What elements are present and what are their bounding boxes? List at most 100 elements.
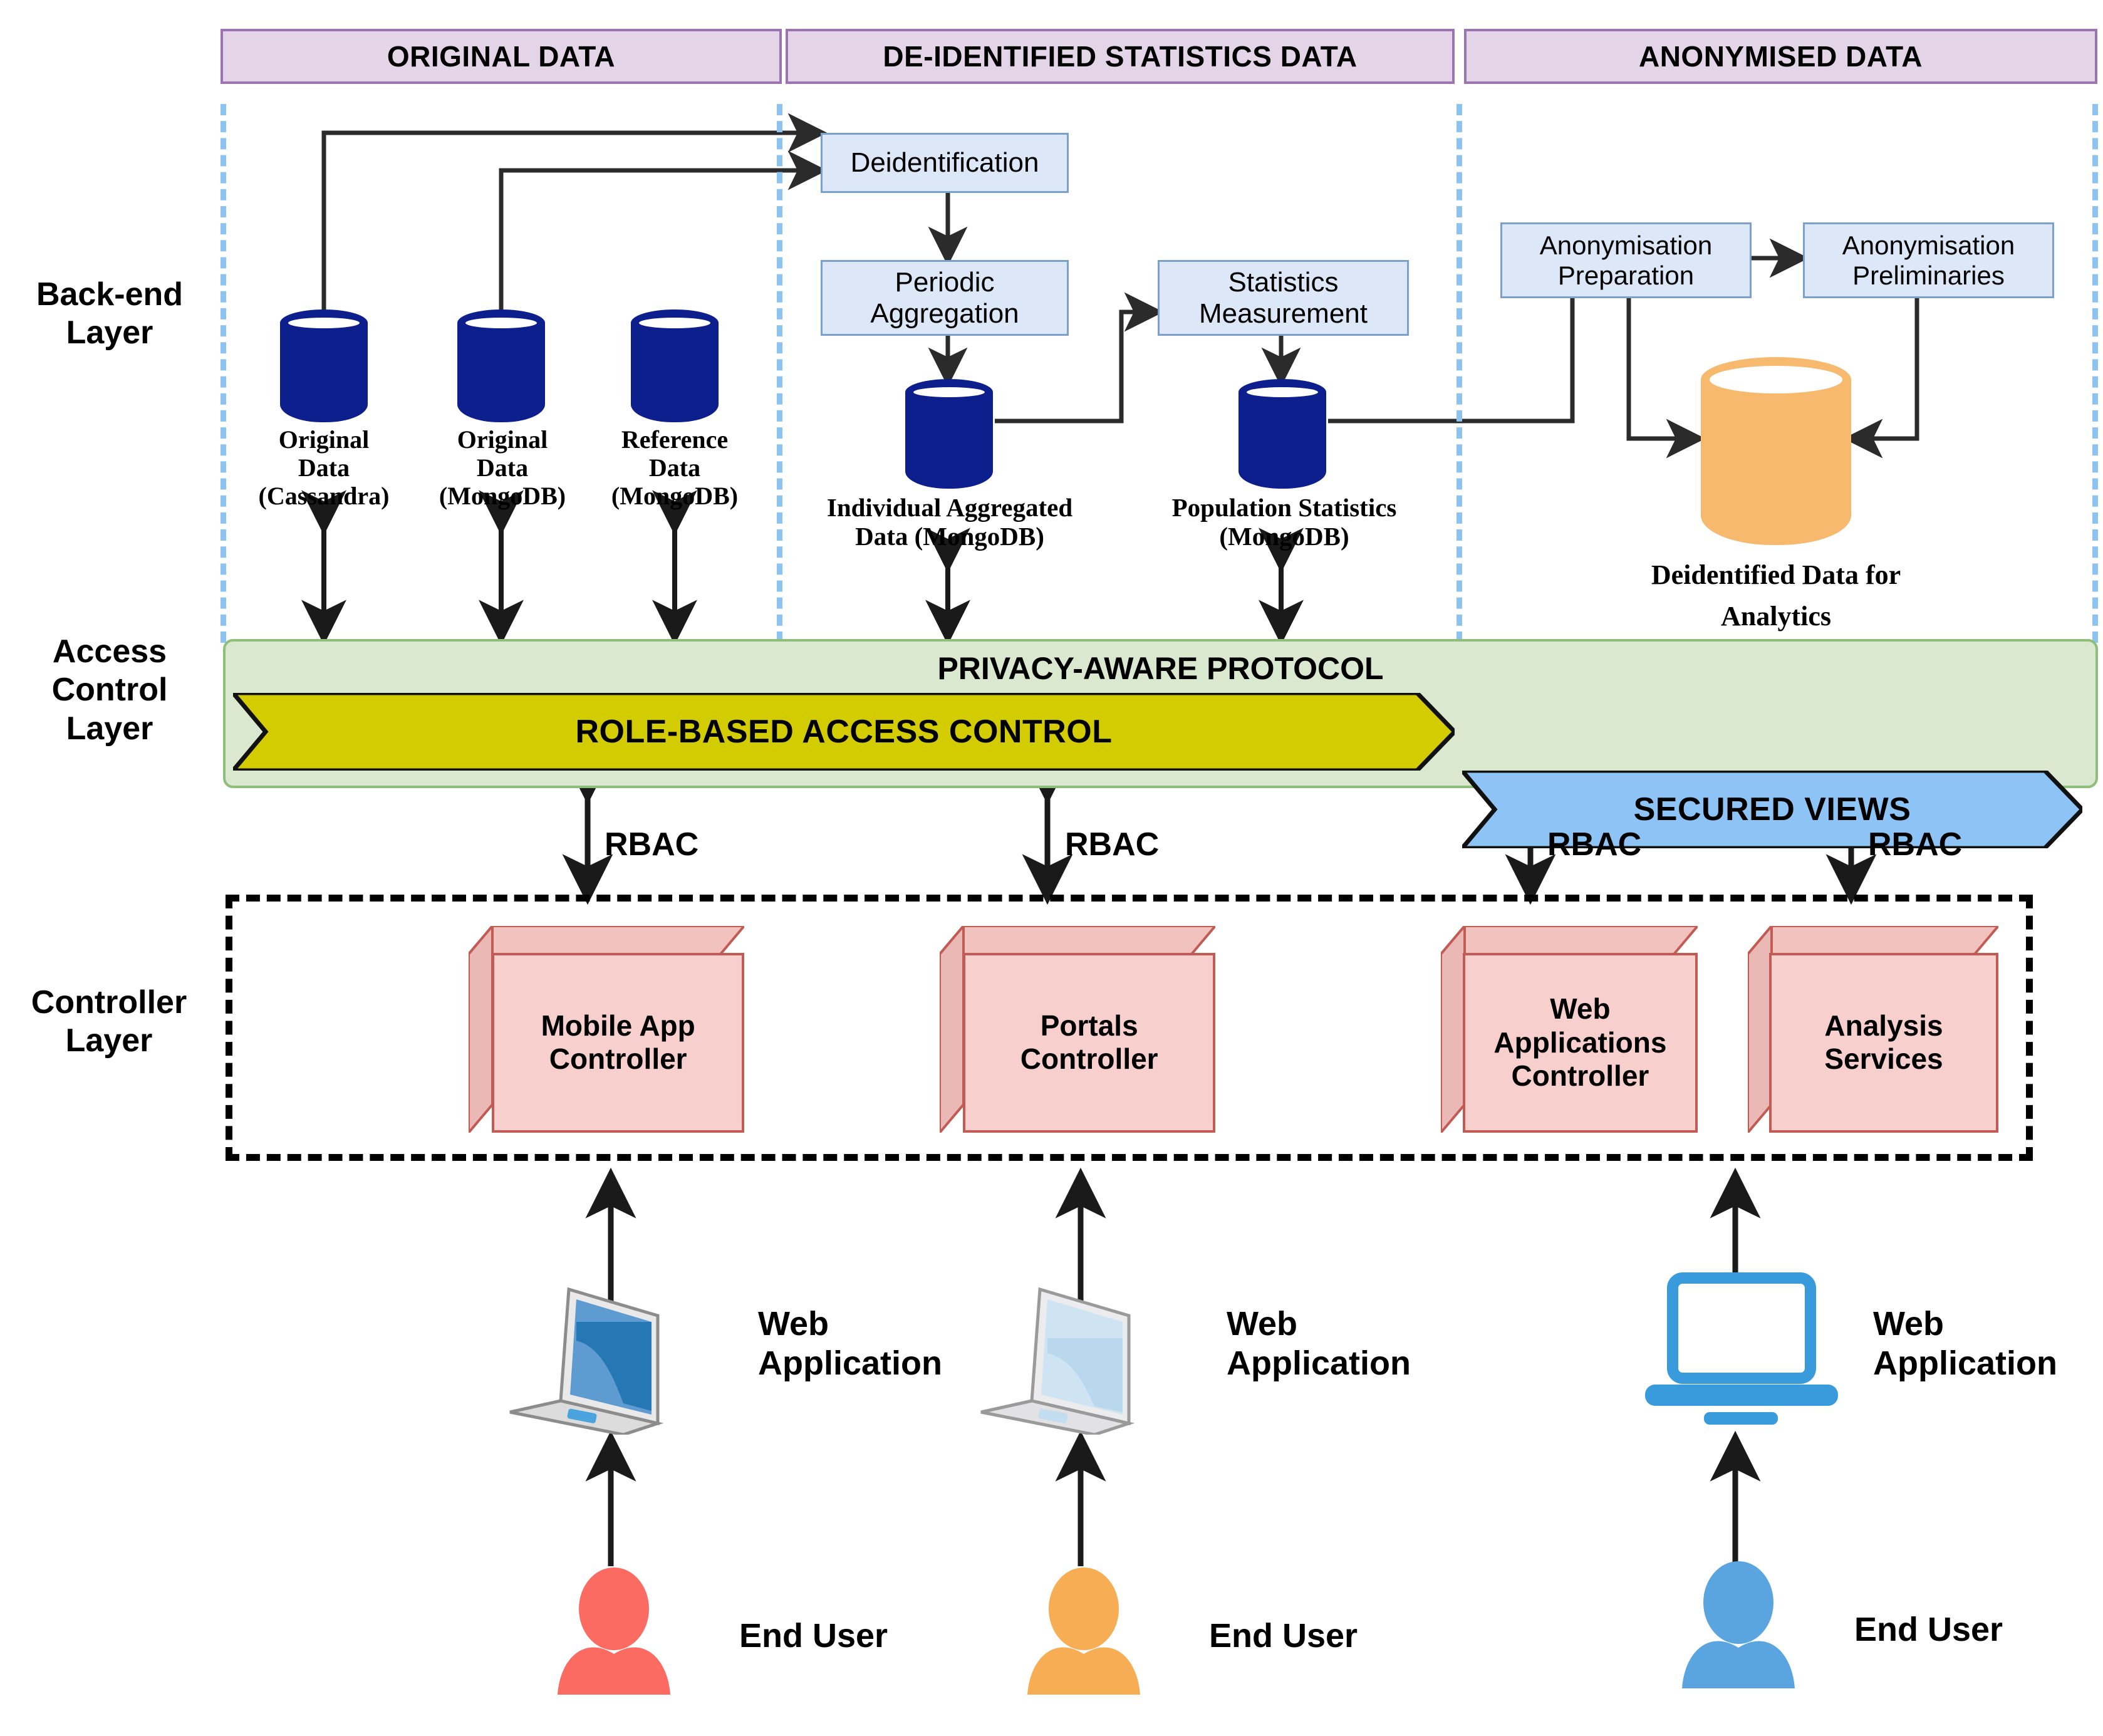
controller-label: Mobile App Controller <box>492 952 744 1133</box>
cylinder-body <box>1701 380 1851 545</box>
controller-label: Web Applications Controller <box>1462 952 1698 1133</box>
laptop-icon-2 <box>972 1278 1198 1437</box>
datastore-original-data-mongodb[interactable] <box>457 309 545 422</box>
layer-label-line: Controller <box>31 984 187 1021</box>
client-label-3: Web Application <box>1873 1304 2103 1383</box>
layer-label-line: Layer <box>66 314 153 351</box>
cylinder-top <box>1701 357 1851 402</box>
datastore-individual-aggregated-data[interactable] <box>905 379 993 489</box>
datastore-reference-data-mongodb[interactable] <box>631 309 719 422</box>
cylinder-top <box>457 309 545 337</box>
caption-line: (MongoDB) <box>1219 521 1349 551</box>
caption-line: (MongoDB) <box>439 481 566 510</box>
user-label-2: End User <box>1209 1617 1358 1655</box>
rbac-label-1: RBAC <box>605 826 699 863</box>
cylinder-top <box>1238 379 1326 405</box>
process-box-label-line: Preparation <box>1557 260 1695 290</box>
section-header-anonymised-data: ANONYMISED DATA <box>1464 29 2097 84</box>
user-icon-1 <box>551 1566 677 1698</box>
process-box-label-line: Measurement <box>1198 298 1368 329</box>
caption-line: Deidentified Data for <box>1651 559 1901 590</box>
controller-label-line: Controller <box>1511 1059 1649 1093</box>
datastore-caption-deidentified-analytics: Deidentified Data for Analytics <box>1576 554 1976 637</box>
column-divider-2 <box>1457 104 1462 643</box>
layer-label-line: Back-end <box>36 276 184 313</box>
section-header-label: DE-IDENTIFIED STATISTICS DATA <box>883 40 1358 73</box>
controller-label-line: Mobile App <box>541 1009 695 1042</box>
layer-label-line: Control <box>51 672 168 709</box>
section-header-label: ANONYMISED DATA <box>1638 40 1923 73</box>
datastore-caption-population-statistics: Population Statistics (MongoDB) <box>1121 493 1447 551</box>
caption-line: Data <box>298 453 350 482</box>
cylinder-body <box>1238 392 1326 489</box>
client-label-line: Web <box>1227 1305 1298 1343</box>
caption-line: (Cassandra) <box>258 481 390 510</box>
layer-label-access-control: Access Control Layer <box>6 633 213 748</box>
column-divider-1 <box>777 104 782 643</box>
controller-label-line: Controller <box>1020 1042 1158 1076</box>
controller-label-line: Portals <box>1040 1009 1138 1042</box>
user-label-1: End User <box>739 1617 888 1655</box>
caption-line: Data (MongoDB) <box>855 521 1044 551</box>
caption-line: Population Statistics <box>1171 493 1397 522</box>
column-divider-left <box>221 104 226 643</box>
process-box-anonymisation-preparation[interactable]: Anonymisation Preparation <box>1500 222 1752 298</box>
process-box-label-line: Anonymisation <box>1842 231 2015 261</box>
layer-label-line: Access <box>52 633 167 670</box>
cylinder-body <box>457 323 545 422</box>
caption-line: Data <box>648 453 701 482</box>
controller-label-line: Analysis <box>1824 1009 1943 1042</box>
controller-label: Analysis Services <box>1769 952 1998 1133</box>
cylinder-top <box>631 309 719 337</box>
process-box-label-line: Preliminaries <box>1852 260 2005 290</box>
caption-line: Reference <box>621 425 729 454</box>
process-box-periodic-aggregation[interactable]: Periodic Aggregation <box>821 260 1069 336</box>
datastore-original-data-cassandra[interactable] <box>280 309 368 422</box>
caption-line: Data <box>476 453 529 482</box>
controller-label-line: Services <box>1824 1042 1943 1076</box>
caption-line: Individual Aggregated <box>826 493 1073 522</box>
cylinder-body <box>280 323 368 422</box>
cylinder-top <box>280 309 368 337</box>
cylinder-body <box>631 323 719 422</box>
datastore-caption-original-data-cassandra: Original Data (Cassandra) <box>242 425 405 510</box>
process-box-label-line: Statistics <box>1228 267 1339 298</box>
section-header-label: ORIGINAL DATA <box>387 40 616 73</box>
process-box-statistics-measurement[interactable]: Statistics Measurement <box>1158 260 1409 336</box>
controller-label-line: Applications <box>1493 1026 1667 1059</box>
caption-line: Original <box>457 425 548 454</box>
user-label-3: End User <box>1854 1611 2003 1648</box>
section-header-original-data: ORIGINAL DATA <box>221 29 782 84</box>
rbac-label-4: RBAC <box>1868 826 1963 863</box>
client-label-line: Application <box>1227 1344 1411 1382</box>
caption-line: Analytics <box>1721 601 1831 632</box>
user-icon-2 <box>1021 1566 1146 1698</box>
privacy-aware-protocol-label: PRIVACY-AWARE PROTOCOL <box>937 651 1384 686</box>
controller-label-line: Controller <box>549 1042 687 1076</box>
layer-label-line: Layer <box>66 710 153 747</box>
process-box-label: Deidentification <box>850 147 1039 179</box>
controller-analysis-services[interactable]: Analysis Services <box>1748 926 1998 1133</box>
datastore-population-statistics[interactable] <box>1238 379 1326 489</box>
controller-label-line: Web <box>1550 992 1611 1026</box>
chevron-role-based-access-control[interactable]: ROLE-BASED ACCESS CONTROL <box>233 693 1455 771</box>
cylinder-body <box>905 392 993 489</box>
process-box-anonymisation-preliminaries[interactable]: Anonymisation Preliminaries <box>1803 222 2054 298</box>
process-box-label-line: Aggregation <box>870 298 1019 329</box>
chevron-label: ROLE-BASED ACCESS CONTROL <box>575 714 1113 750</box>
process-box-deidentification[interactable]: Deidentification <box>821 133 1069 193</box>
controller-mobile-app-controller[interactable]: Mobile App Controller <box>469 926 744 1133</box>
rbac-label-3: RBAC <box>1547 826 1642 863</box>
layer-label-controller: Controller Layer <box>3 984 215 1061</box>
client-label-line: Application <box>1873 1344 2057 1382</box>
laptop-icon-3 <box>1629 1272 1854 1435</box>
datastore-caption-reference-data-mongodb: Reference Data (MongoDB) <box>593 425 756 510</box>
cylinder-top <box>905 379 993 405</box>
controller-web-applications-controller[interactable]: Web Applications Controller <box>1441 926 1698 1133</box>
datastore-caption-original-data-mongodb: Original Data (MongoDB) <box>421 425 584 510</box>
datastore-deidentified-analytics[interactable] <box>1701 357 1851 545</box>
controller-portals-controller[interactable]: Portals Controller <box>940 926 1215 1133</box>
user-icon-3 <box>1676 1560 1801 1692</box>
column-divider-right <box>2092 104 2098 643</box>
datastore-caption-individual-aggregated-data: Individual Aggregated Data (MongoDB) <box>787 493 1113 551</box>
